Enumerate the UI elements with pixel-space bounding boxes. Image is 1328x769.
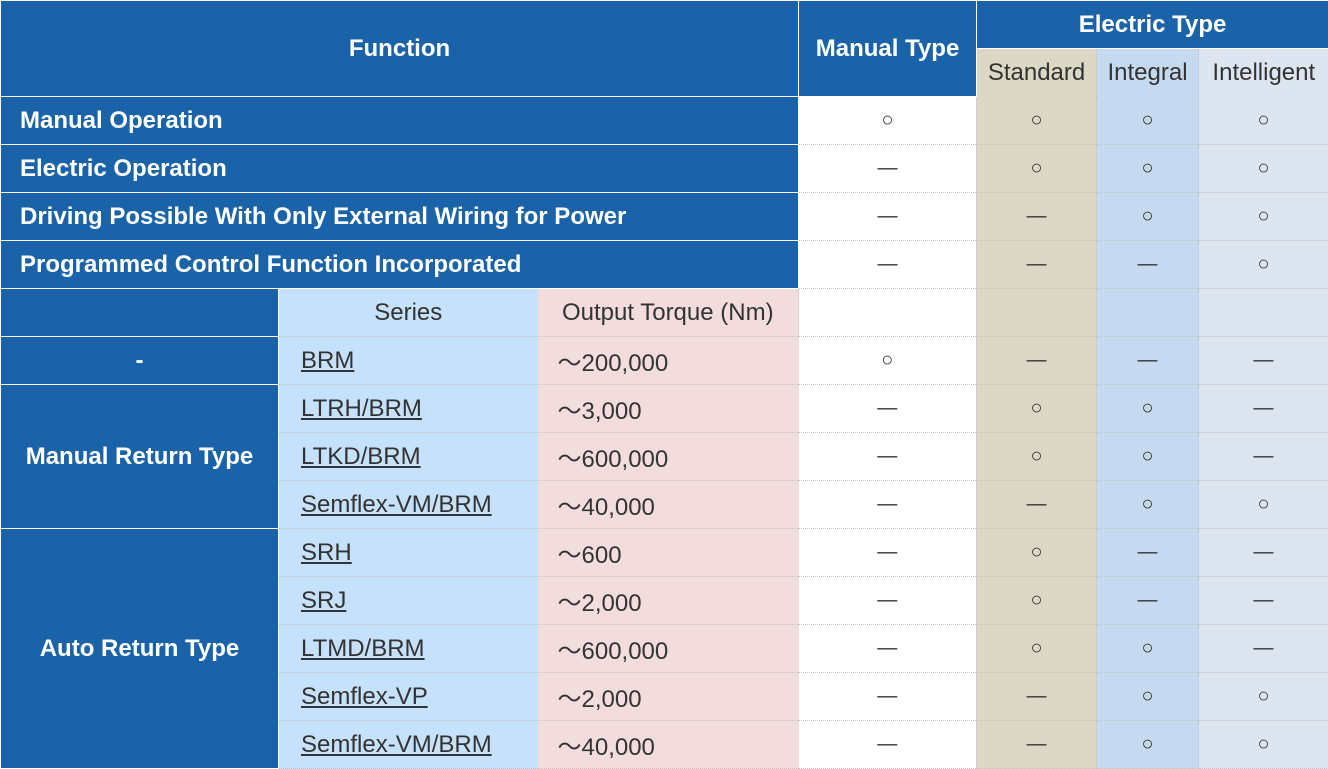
- intelligent-value: —: [1199, 625, 1328, 673]
- manual-value: —: [799, 721, 977, 769]
- intelligent-value: —: [1199, 385, 1328, 433]
- table-row: Auto Return Type SRH ～600 — ○ — —: [1, 529, 1328, 577]
- manual-value: —: [799, 529, 977, 577]
- integral-value: ○: [1097, 721, 1199, 769]
- function-header: Function: [1, 1, 799, 97]
- table-row: Manual Return Type LTRH/BRM ～3,000 — ○ ○…: [1, 385, 1328, 433]
- intelligent-value: ○: [1199, 193, 1328, 241]
- group-label-none: -: [1, 337, 279, 385]
- integral-value: —: [1097, 337, 1199, 385]
- integral-value: —: [1097, 529, 1199, 577]
- manual-value: —: [799, 481, 977, 529]
- standard-value: ○: [977, 577, 1097, 625]
- torque-value: ～600,000: [538, 433, 799, 481]
- function-label: Driving Possible With Only External Wiri…: [1, 193, 799, 241]
- integral-value: —: [1097, 577, 1199, 625]
- torque-value: ～600: [538, 529, 799, 577]
- function-label: Electric Operation: [1, 145, 799, 193]
- manual-value: —: [799, 241, 977, 289]
- standard-value: ○: [977, 145, 1097, 193]
- series-link[interactable]: Semflex-VP: [301, 683, 428, 710]
- integral-header: Integral: [1097, 49, 1199, 97]
- series-link[interactable]: Semflex-VM/BRM: [301, 731, 492, 758]
- manual-value: —: [799, 145, 977, 193]
- series-link[interactable]: LTKD/BRM: [301, 443, 421, 470]
- intelligent-value: ○: [1199, 97, 1328, 145]
- series-link[interactable]: Semflex-VM/BRM: [301, 491, 492, 518]
- standard-value: ○: [977, 385, 1097, 433]
- function-row: Electric Operation — ○ ○ ○: [1, 145, 1328, 193]
- integral-value: —: [1097, 241, 1199, 289]
- intelligent-value: —: [1199, 337, 1328, 385]
- function-label: Programmed Control Function Incorporated: [1, 241, 799, 289]
- function-row: Manual Operation ○ ○ ○ ○: [1, 97, 1328, 145]
- group-label-auto-return: Auto Return Type: [1, 529, 279, 769]
- integral-value: ○: [1097, 673, 1199, 721]
- group-header-blank: [1, 289, 279, 337]
- integral-value: ○: [1097, 97, 1199, 145]
- torque-value: ～2,000: [538, 673, 799, 721]
- series-link[interactable]: SRJ: [301, 587, 346, 614]
- standard-value: —: [977, 193, 1097, 241]
- electric-type-header: Electric Type: [977, 1, 1328, 49]
- standard-value: —: [977, 337, 1097, 385]
- integral-value: ○: [1097, 385, 1199, 433]
- torque-value: ～40,000: [538, 721, 799, 769]
- manual-value: —: [799, 193, 977, 241]
- intelligent-blank: [1199, 289, 1328, 337]
- integral-value: ○: [1097, 481, 1199, 529]
- intelligent-value: ○: [1199, 721, 1328, 769]
- series-subheader-row: Series Output Torque (Nm): [1, 289, 1328, 337]
- function-row: Programmed Control Function Incorporated…: [1, 241, 1328, 289]
- manual-value: —: [799, 433, 977, 481]
- manual-value: —: [799, 625, 977, 673]
- series-link[interactable]: SRH: [301, 539, 352, 566]
- intelligent-value: ○: [1199, 481, 1328, 529]
- torque-value: ～40,000: [538, 481, 799, 529]
- torque-value: ～600,000: [538, 625, 799, 673]
- table-row: - BRM ～200,000 ○ — — —: [1, 337, 1328, 385]
- manual-type-header: Manual Type: [799, 1, 977, 97]
- manual-value: —: [799, 673, 977, 721]
- function-label: Manual Operation: [1, 97, 799, 145]
- intelligent-value: —: [1199, 577, 1328, 625]
- intelligent-value: —: [1199, 433, 1328, 481]
- series-link[interactable]: BRM: [301, 347, 354, 374]
- manual-value: ○: [799, 97, 977, 145]
- intelligent-value: ○: [1199, 673, 1328, 721]
- integral-blank: [1097, 289, 1199, 337]
- standard-value: ○: [977, 529, 1097, 577]
- torque-value: ～3,000: [538, 385, 799, 433]
- standard-value: —: [977, 721, 1097, 769]
- integral-value: ○: [1097, 193, 1199, 241]
- standard-value: —: [977, 673, 1097, 721]
- series-link[interactable]: LTMD/BRM: [301, 635, 425, 662]
- integral-value: ○: [1097, 625, 1199, 673]
- group-label-manual-return: Manual Return Type: [1, 385, 279, 529]
- manual-value: —: [799, 577, 977, 625]
- standard-value: ○: [977, 625, 1097, 673]
- manual-blank: [799, 289, 977, 337]
- manual-value: ○: [799, 337, 977, 385]
- series-link[interactable]: LTRH/BRM: [301, 395, 422, 422]
- integral-value: ○: [1097, 433, 1199, 481]
- intelligent-value: —: [1199, 529, 1328, 577]
- standard-value: —: [977, 481, 1097, 529]
- intelligent-value: ○: [1199, 145, 1328, 193]
- standard-value: ○: [977, 433, 1097, 481]
- torque-value: ～2,000: [538, 577, 799, 625]
- intelligent-value: ○: [1199, 241, 1328, 289]
- series-header: Series: [279, 289, 538, 337]
- intelligent-header: Intelligent: [1199, 49, 1328, 97]
- torque-value: ～200,000: [538, 337, 799, 385]
- standard-value: ○: [977, 97, 1097, 145]
- standard-blank: [977, 289, 1097, 337]
- standard-value: —: [977, 241, 1097, 289]
- standard-header: Standard: [977, 49, 1097, 97]
- output-torque-header: Output Torque (Nm): [538, 289, 799, 337]
- comparison-table: Function Manual Type Electric Type Stand…: [0, 0, 1328, 769]
- integral-value: ○: [1097, 145, 1199, 193]
- manual-value: —: [799, 385, 977, 433]
- function-row: Driving Possible With Only External Wiri…: [1, 193, 1328, 241]
